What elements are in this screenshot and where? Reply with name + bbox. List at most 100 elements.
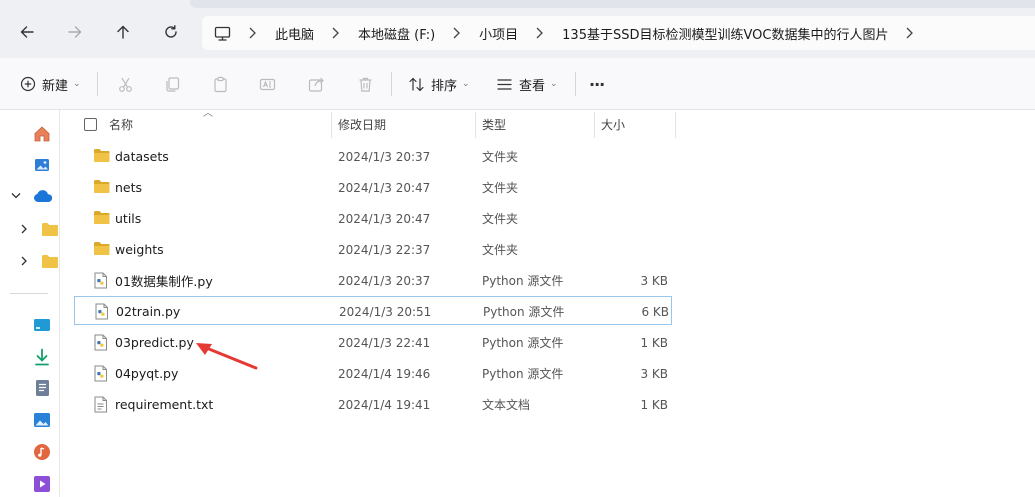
sort-button[interactable]: 排序 ⌄ [408,71,470,97]
gallery-icon [35,159,49,171]
file-type: 文件夹 [482,212,519,226]
column-divider[interactable] [675,112,676,138]
file-size: 3 KB [640,366,668,381]
nav-gallery[interactable] [32,155,52,175]
column-divider[interactable] [475,112,476,138]
column-header-type[interactable]: 类型 [482,110,506,139]
document-icon [35,380,49,396]
up-button[interactable] [111,20,135,44]
file-name-cell: utils [93,204,141,233]
pictures-icon [34,413,50,427]
toolbar-divider [97,72,98,96]
cut-button[interactable] [117,71,134,97]
file-row[interactable]: utils 2024/1/3 20:47 文件夹 [74,204,672,233]
python-file-icon [93,365,110,382]
file-modified: 2024/1/3 20:47 [338,211,431,226]
refresh-button[interactable] [159,20,183,44]
nav-videos[interactable] [32,474,52,494]
clipboard-icon [214,76,227,92]
desktop-icon [34,319,50,331]
scissors-icon [119,77,132,92]
file-type: 文件夹 [482,150,519,164]
expand-onedrive[interactable] [8,188,24,204]
music-icon [34,444,50,460]
forward-button[interactable] [63,20,87,44]
new-button-label: 新建 [42,78,69,94]
file-row[interactable]: requirement.txt 2024/1/4 19:41 文本文档 1 KB [74,390,672,419]
expand-folder[interactable] [16,253,32,269]
arrow-up-icon [117,25,129,39]
annotation-arrow-shaft [202,345,258,370]
more-options-button[interactable]: ··· [589,71,605,97]
file-size: 6 KB [641,304,669,319]
file-type: Python 源文件 [482,336,564,350]
file-row[interactable]: nets 2024/1/3 20:47 文件夹 [74,173,672,202]
annotation-arrow [196,343,258,370]
sort-button-label: 排序 [431,78,458,94]
view-button[interactable]: 查看 ⌄ [496,71,558,97]
file-row[interactable]: 04pyqt.py 2024/1/4 19:46 Python 源文件 3 KB [74,359,672,388]
nav-documents[interactable] [32,378,52,398]
select-all-checkbox[interactable] [84,110,97,139]
nav-folder[interactable] [40,220,60,238]
file-row[interactable]: 02train.py 2024/1/3 20:51 Python 源文件 6 KB [74,296,672,325]
file-name-cell: 02train.py [94,297,180,326]
breadcrumb-small-projects[interactable]: 小项目 [479,24,518,43]
file-row[interactable]: 01数据集制作.py 2024/1/3 20:37 Python 源文件 3 KB [74,266,672,295]
file-row[interactable]: datasets 2024/1/3 20:37 文件夹 [74,142,672,171]
file-size [594,142,668,171]
delete-button[interactable] [357,71,374,97]
nav-desktop[interactable] [32,316,52,334]
file-name: datasets [115,149,169,164]
rename-button[interactable] [259,71,276,97]
chevron-right-icon[interactable] [905,27,914,39]
address-bar[interactable]: 此电脑 本地磁盘 (F:) 小项目 135基于SSD目标检测模型训练VOC数据集… [202,16,1035,50]
breadcrumb-current-folder[interactable]: 135基于SSD目标检测模型训练VOC数据集中的行人图片 [562,24,888,43]
file-type: Python 源文件 [482,274,564,288]
file-type: Python 源文件 [482,367,564,381]
column-divider[interactable] [331,112,332,138]
file-row[interactable]: 03predict.py 2024/1/3 22:41 Python 源文件 1 KB [74,328,672,357]
arrow-right-icon [68,26,82,38]
back-button[interactable] [15,20,39,44]
nav-folder[interactable] [40,252,60,270]
sort-ascending-icon: ︿ [203,108,213,119]
column-header-name[interactable]: 名称 [109,110,133,139]
file-modified: 2024/1/4 19:46 [338,366,431,381]
nav-onedrive[interactable] [32,186,54,206]
nav-music[interactable] [32,442,52,462]
python-file-icon [94,303,111,320]
chevron-right-icon [535,27,544,39]
column-header-modified[interactable]: 修改日期 [338,110,386,139]
nav-pictures[interactable] [32,410,52,430]
share-button[interactable] [308,71,325,97]
chevron-down-icon: ⌄ [550,79,558,89]
file-modified: 2024/1/4 19:41 [338,397,431,412]
new-button[interactable]: 新建 ⌄ [20,71,81,97]
nav-downloads[interactable] [32,347,52,367]
nav-home[interactable] [32,124,52,144]
column-divider[interactable] [594,112,595,138]
navigation-bar: 此电脑 本地磁盘 (F:) 小项目 135基于SSD目标检测模型训练VOC数据集… [0,8,1035,58]
file-name-cell: 03predict.py [93,328,194,357]
download-icon [35,348,49,366]
file-name: 02train.py [116,304,181,319]
folder-icon [93,210,110,227]
file-name-cell: requirement.txt [93,390,213,419]
computer-icon [214,26,231,41]
paste-button[interactable] [212,71,229,97]
file-name-cell: datasets [93,142,169,171]
file-size: 1 KB [640,335,668,350]
column-header-size[interactable]: 大小 [601,110,625,139]
copy-button[interactable] [164,71,181,97]
file-row[interactable]: weights 2024/1/3 22:37 文件夹 [74,235,672,264]
breadcrumb-this-pc[interactable]: 此电脑 [275,24,314,43]
refresh-icon [165,25,177,38]
share-icon [308,77,324,92]
chevron-right-icon [248,27,256,39]
expand-folder[interactable] [16,221,32,237]
breadcrumb-local-disk[interactable]: 本地磁盘 (F:) [358,24,435,43]
file-name: 01数据集制作.py [115,274,213,289]
chevron-right-icon [331,27,339,39]
arrow-left-icon [20,26,34,38]
